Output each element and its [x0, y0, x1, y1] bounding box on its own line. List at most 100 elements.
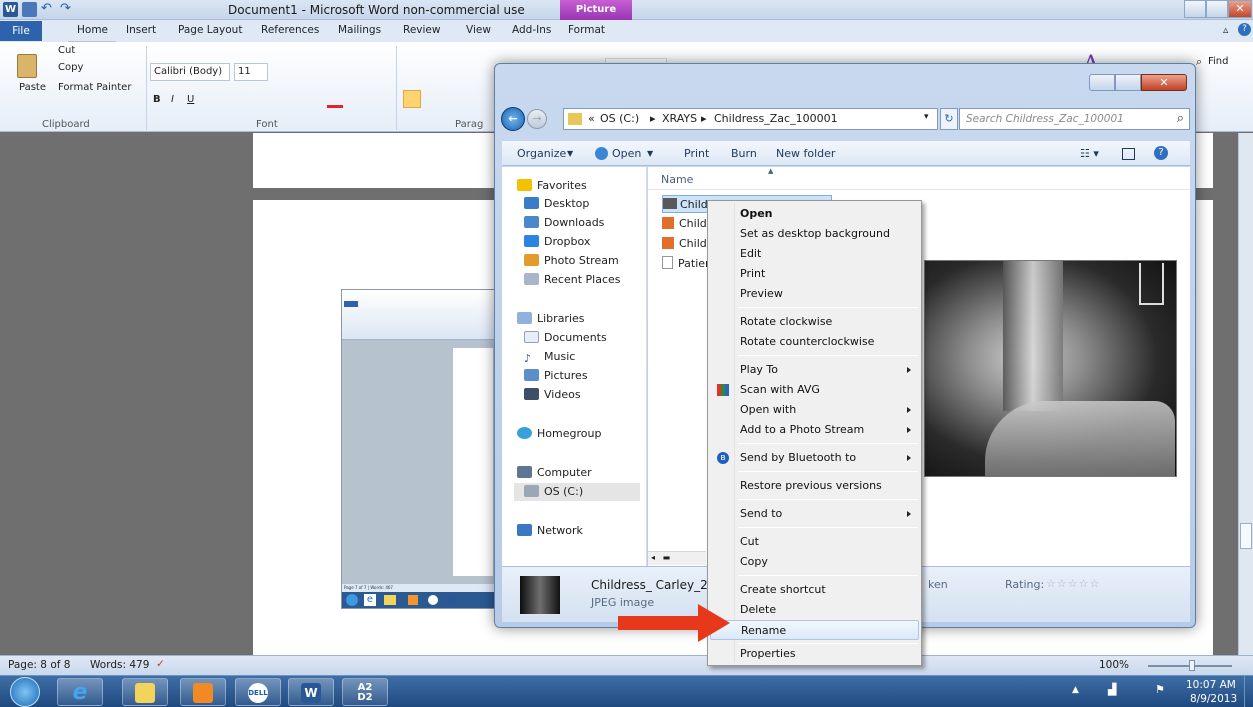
nav-videos[interactable]: Videos: [524, 386, 581, 404]
menu-item-rotate-clockwise[interactable]: Rotate clockwise: [710, 312, 919, 332]
nav-computer[interactable]: Computer: [517, 464, 592, 482]
preview-pane-icon[interactable]: [1122, 148, 1135, 160]
start-button[interactable]: [10, 677, 40, 707]
taskbar-internet-explorer[interactable]: e: [57, 678, 103, 706]
vertical-scrollbar[interactable]: [1238, 133, 1253, 655]
taskbar-a2-app[interactable]: A2 D2: [342, 678, 388, 706]
search-icon[interactable]: ⌕: [1177, 111, 1184, 126]
menu-item-open-with[interactable]: Open with: [710, 400, 919, 420]
menu-item-restore-previous-versions[interactable]: Restore previous versions: [710, 476, 919, 496]
menu-item-play-to[interactable]: Play To: [710, 360, 919, 380]
zoom-level[interactable]: 100%: [1099, 659, 1129, 671]
tray-show-hidden-icon[interactable]: ▲: [1072, 685, 1079, 695]
tab-add-ins[interactable]: Add-Ins: [512, 24, 551, 36]
address-segment-patient[interactable]: Childress_Zac_100001: [714, 112, 838, 125]
nav-desktop[interactable]: Desktop: [524, 195, 589, 213]
refresh-button[interactable]: ↻: [940, 108, 958, 130]
copy-button[interactable]: Copy: [58, 62, 83, 73]
horizontal-scrollbar[interactable]: ◂ ▬: [648, 551, 706, 565]
menu-item-send-to[interactable]: Send to: [710, 504, 919, 524]
ribbon-collapse-icon[interactable]: ▵: [1223, 24, 1228, 36]
menu-item-create-shortcut[interactable]: Create shortcut: [710, 580, 919, 600]
word-app-icon[interactable]: W: [3, 2, 18, 17]
word-count[interactable]: Words: 479: [90, 659, 149, 671]
embedded-word-screenshot[interactable]: Page 7 of 7 | Words: 467 e: [341, 289, 496, 609]
paste-icon[interactable]: [17, 54, 37, 78]
taskbar-media-player[interactable]: [180, 678, 226, 706]
address-segment-xrays[interactable]: XRAYS: [662, 112, 697, 125]
menu-item-delete[interactable]: Delete: [710, 600, 919, 620]
rating-stars[interactable]: ☆☆☆☆☆: [1046, 577, 1100, 590]
nav-libraries[interactable]: Libraries: [517, 310, 585, 328]
menu-item-rename[interactable]: Rename: [710, 620, 919, 640]
menu-item-edit[interactable]: Edit: [710, 244, 919, 264]
proofing-icon[interactable]: ✓: [156, 658, 165, 670]
bold-button[interactable]: B: [153, 94, 161, 105]
nav-photo-stream[interactable]: Photo Stream: [524, 252, 619, 270]
align-left-icon[interactable]: [403, 90, 421, 108]
find-icon[interactable]: ⌕: [1196, 55, 1202, 69]
explorer-maximize-button[interactable]: [1115, 74, 1141, 91]
show-desktop-button[interactable]: [1244, 676, 1253, 707]
burn-button[interactable]: Burn: [731, 147, 757, 160]
tab-insert[interactable]: Insert: [126, 24, 156, 36]
address-bar[interactable]: « OS (C:) ▸ XRAYS ▸ Childress_Zac_100001…: [563, 108, 938, 130]
tab-format[interactable]: Format: [568, 24, 605, 36]
italic-button[interactable]: I: [171, 94, 174, 105]
organize-button[interactable]: Organize: [517, 147, 566, 160]
paste-button[interactable]: Paste: [19, 82, 46, 93]
menu-item-cut[interactable]: Cut: [710, 532, 919, 552]
address-dropdown-icon[interactable]: ▾: [924, 112, 929, 122]
underline-button[interactable]: U: [187, 94, 194, 105]
font-name-box[interactable]: Calibri (Body): [150, 63, 230, 81]
nav-downloads[interactable]: Downloads: [524, 214, 604, 232]
help-icon[interactable]: ?: [1238, 23, 1251, 36]
zoom-slider-handle[interactable]: [1189, 660, 1195, 671]
menu-item-open[interactable]: Open: [710, 204, 919, 224]
find-button[interactable]: Find: [1208, 56, 1229, 67]
maximize-button[interactable]: [1206, 0, 1228, 18]
nav-pictures[interactable]: Pictures: [524, 367, 588, 385]
open-button[interactable]: Open: [612, 147, 641, 160]
tab-home[interactable]: Home: [77, 24, 108, 36]
print-button[interactable]: Print: [684, 147, 709, 160]
open-icon[interactable]: [595, 147, 608, 160]
organize-dropdown-icon[interactable]: ▼: [567, 149, 573, 158]
tab-view[interactable]: View: [466, 24, 491, 36]
cut-button[interactable]: Cut: [58, 45, 75, 56]
explorer-minimize-button[interactable]: [1089, 74, 1115, 91]
change-view-icon[interactable]: ☷ ▾: [1080, 147, 1099, 160]
font-color-icon[interactable]: [327, 92, 343, 108]
address-overflow[interactable]: «: [588, 112, 595, 125]
forward-button[interactable]: →: [527, 109, 547, 129]
explorer-help-icon[interactable]: ?: [1154, 146, 1168, 160]
address-segment-drive[interactable]: OS (C:): [600, 112, 639, 125]
column-header-name[interactable]: Name: [661, 173, 693, 186]
menu-item-print[interactable]: Print: [710, 264, 919, 284]
menu-item-preview[interactable]: Preview: [710, 284, 919, 304]
tab-page-layout[interactable]: Page Layout: [178, 24, 242, 36]
tray-network-icon[interactable]: ▟: [1108, 683, 1116, 696]
scroll-thumb[interactable]: [1240, 523, 1252, 549]
tray-action-center-icon[interactable]: ⚑: [1155, 683, 1165, 696]
tab-review[interactable]: Review: [403, 24, 440, 36]
back-button[interactable]: ←: [501, 107, 525, 131]
menu-item-send-by-bluetooth[interactable]: ʙ Send by Bluetooth to: [710, 448, 919, 468]
search-input[interactable]: Search Childress_Zac_100001 ⌕: [959, 108, 1190, 130]
menu-item-set-desktop-background[interactable]: Set as desktop background: [710, 224, 919, 244]
nav-recent-places[interactable]: Recent Places: [524, 271, 621, 289]
clock-time[interactable]: 10:07 AM: [1186, 679, 1236, 691]
nav-favorites[interactable]: Favorites: [517, 177, 587, 195]
menu-item-add-to-photo-stream[interactable]: Add to a Photo Stream: [710, 420, 919, 440]
nav-documents[interactable]: Documents: [524, 329, 607, 347]
menu-item-scan-with-avg[interactable]: Scan with AVG: [710, 380, 919, 400]
close-button[interactable]: ✕: [1228, 0, 1252, 18]
tab-file[interactable]: File: [0, 21, 42, 41]
open-dropdown-icon[interactable]: ▼: [647, 149, 653, 158]
new-folder-button[interactable]: New folder: [776, 147, 835, 160]
undo-icon[interactable]: ↶: [41, 2, 56, 17]
taskbar-word[interactable]: W: [288, 678, 334, 706]
menu-item-copy[interactable]: Copy: [710, 552, 919, 572]
tab-references[interactable]: References: [261, 24, 319, 36]
minimize-button[interactable]: [1184, 0, 1206, 18]
